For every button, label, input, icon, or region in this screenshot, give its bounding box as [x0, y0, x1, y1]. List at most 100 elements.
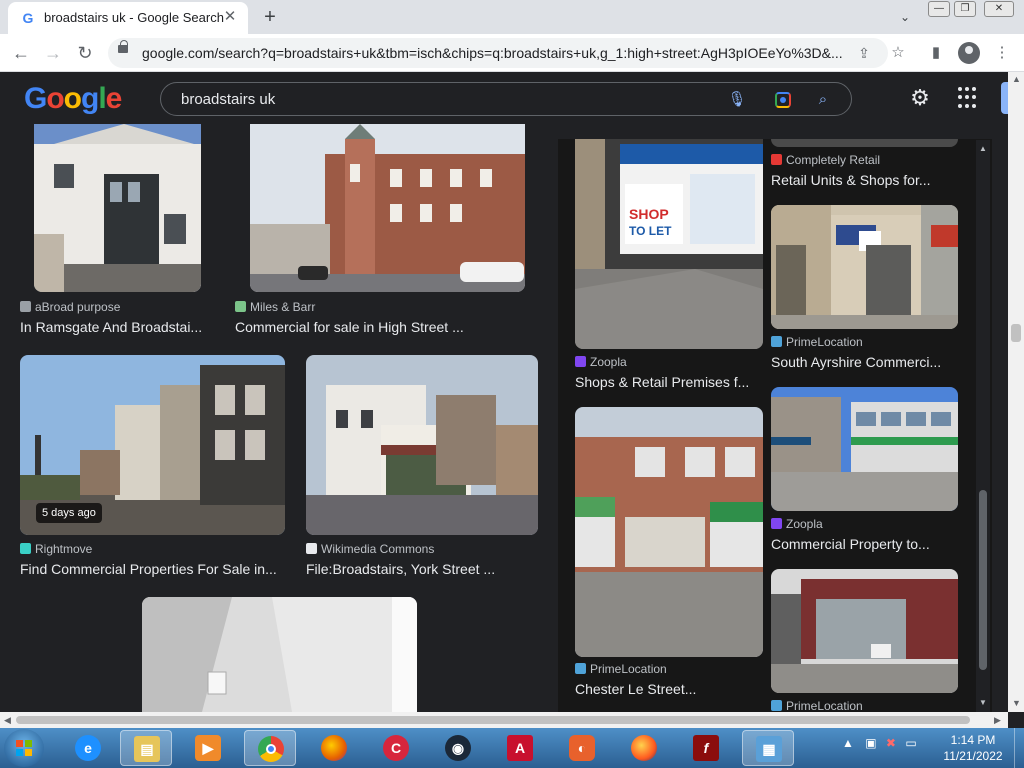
panel-result-source-zoopla[interactable]: Zoopla	[575, 355, 627, 369]
panel-result-source-primelocation-2[interactable]: PrimeLocation	[771, 335, 863, 349]
taskbar-flash[interactable]: f	[680, 730, 732, 766]
start-button[interactable]	[4, 729, 44, 767]
scroll-down-icon[interactable]: ▼	[1012, 698, 1021, 708]
taskbar-app-orange[interactable]: ◐	[556, 730, 608, 766]
source-name: Miles & Barr	[250, 300, 316, 314]
result-image-interior[interactable]	[142, 597, 417, 712]
show-hidden-icons-icon[interactable]: ▲	[842, 736, 854, 750]
search-query[interactable]: broadstairs uk	[181, 91, 275, 108]
result-source-3[interactable]: Rightmove	[20, 542, 92, 556]
source-name: Wikimedia Commons	[321, 542, 435, 556]
forward-arrow-icon[interactable]: →	[40, 40, 66, 66]
firefox-alt-icon	[631, 735, 657, 761]
result-image-high-street[interactable]	[250, 124, 525, 292]
panel-scroll-down-icon[interactable]: ▼	[978, 698, 988, 708]
profile-avatar-icon[interactable]	[958, 42, 980, 64]
panel-image-shop-to-let[interactable]: SHOP TO LET	[575, 139, 763, 349]
bookmark-star-icon[interactable]: ☆	[886, 41, 910, 65]
panel-result-source-zoopla-2[interactable]: Zoopla	[771, 517, 823, 531]
panel-image-chester-le-street[interactable]	[575, 407, 763, 657]
network-icon[interactable]: ▣	[865, 736, 876, 750]
taskbar-firefox[interactable]	[308, 730, 360, 766]
page-horizontal-scrollbar[interactable]: ◀ ▶	[0, 712, 1008, 728]
taskbar-control-panel[interactable]: ▦	[742, 730, 794, 766]
chrome-menu-icon[interactable]: ⋮	[990, 41, 1014, 65]
result-source-2[interactable]: Miles & Barr	[235, 300, 315, 314]
battery-icon[interactable]: ▭	[905, 736, 916, 750]
google-lens-icon[interactable]	[773, 90, 793, 110]
pdf-icon: A	[507, 735, 533, 761]
result-source-1[interactable]: aBroad purpose	[20, 300, 120, 314]
address-url[interactable]: google.com/search?q=broadstairs+uk&tbm=i…	[142, 45, 842, 61]
panel-scroll-up-icon[interactable]: ▲	[978, 144, 988, 154]
horizontal-scroll-thumb[interactable]	[16, 716, 970, 724]
google-apps-icon[interactable]	[958, 87, 980, 109]
taskbar-file-explorer[interactable]: ▤	[120, 730, 172, 766]
window-close-button[interactable]: ✕	[984, 1, 1014, 17]
scroll-up-icon[interactable]: ▲	[1012, 74, 1021, 84]
search-box[interactable]: broadstairs uk 🎙 ⌕	[160, 82, 852, 116]
control-panel-icon: ▦	[756, 736, 782, 762]
vertical-scroll-thumb[interactable]	[1011, 324, 1021, 342]
taskbar-firefox-dev[interactable]	[618, 730, 670, 766]
panel-scrollbar[interactable]: ▲ ▼	[976, 140, 990, 712]
panel-image-top-cut[interactable]	[771, 139, 958, 147]
account-button-edge[interactable]	[1001, 82, 1008, 114]
panel-scroll-thumb[interactable]	[979, 490, 987, 670]
panel-result-title-retail-units[interactable]: Retail Units & Shops for...	[771, 172, 961, 188]
minimize-button[interactable]: —	[928, 1, 950, 17]
source-favicon-icon	[20, 543, 31, 554]
source-favicon-icon	[771, 700, 782, 711]
taskbar-chrome[interactable]	[244, 730, 296, 766]
panel-result-source-completely-retail[interactable]: Completely Retail	[771, 153, 880, 167]
panel-result-source-primelocation-3[interactable]: PrimeLocation	[771, 699, 863, 712]
restore-button[interactable]: ❐	[954, 1, 976, 17]
google-doodle-logo[interactable]: Google	[24, 82, 122, 116]
taskbar-ccleaner[interactable]: C	[370, 730, 422, 766]
new-tab-button[interactable]: +	[258, 5, 282, 29]
steam-icon: ◉	[445, 735, 471, 761]
taskbar-media-player[interactable]: ▶	[182, 730, 234, 766]
microphone-icon[interactable]: 🎙	[727, 90, 747, 110]
side-panel-icon[interactable]: ▮	[924, 41, 948, 65]
tab-google-search[interactable]: G broadstairs uk - Google Search ✕	[8, 2, 248, 34]
reload-icon[interactable]: ↻	[72, 40, 98, 66]
taskbar-internet-explorer[interactable]: e	[62, 730, 114, 766]
taskbar-steam[interactable]: ◉	[432, 730, 484, 766]
result-title-1[interactable]: In Ramsgate And Broadstai...	[20, 319, 210, 335]
system-clock[interactable]: 1:14 PM 11/21/2022	[938, 732, 1008, 764]
result-source-4[interactable]: Wikimedia Commons	[306, 542, 434, 556]
result-title-4[interactable]: File:Broadstairs, York Street ...	[306, 561, 546, 577]
back-arrow-icon[interactable]: ←	[8, 40, 34, 66]
tab-search-chevron-icon[interactable]: ⌄	[894, 6, 916, 28]
panel-image-commercial-property[interactable]	[771, 387, 958, 511]
media-player-icon: ▶	[195, 735, 221, 761]
result-image-rightmove-street[interactable]: 5 days ago	[20, 355, 285, 535]
panel-image-shopfront-red[interactable]	[771, 569, 958, 693]
result-image-york-street[interactable]	[306, 355, 538, 535]
share-icon[interactable]: ⇪	[854, 43, 874, 63]
close-tab-icon[interactable]: ✕	[220, 7, 240, 27]
panel-result-title-shops[interactable]: Shops & Retail Premises f...	[575, 374, 765, 390]
page-vertical-scrollbar[interactable]: ▲ ▼	[1008, 72, 1024, 712]
panel-image-south-ayrshire[interactable]	[771, 205, 958, 329]
source-favicon-icon	[771, 336, 782, 347]
panel-result-title-commercial-property[interactable]: Commercial Property to...	[771, 536, 961, 552]
address-bar[interactable]: google.com/search?q=broadstairs+uk&tbm=i…	[108, 38, 888, 68]
scroll-left-icon[interactable]: ◀	[4, 715, 11, 726]
show-desktop-button[interactable]	[1014, 728, 1024, 768]
taskbar-acrobat[interactable]: A	[494, 730, 546, 766]
volume-muted-icon[interactable]: ✖	[886, 736, 896, 750]
logo-letter: o	[46, 82, 64, 115]
settings-gear-icon[interactable]: ⚙	[906, 84, 934, 112]
result-title-3[interactable]: Find Commercial Properties For Sale in..…	[20, 561, 290, 577]
result-image-ramsgate-building[interactable]	[34, 124, 201, 292]
panel-result-source-primelocation-1[interactable]: PrimeLocation	[575, 662, 667, 676]
result-title-2[interactable]: Commercial for sale in High Street ...	[235, 319, 525, 335]
search-icon[interactable]: ⌕	[813, 90, 833, 110]
panel-result-title-chester[interactable]: Chester Le Street...	[575, 681, 765, 697]
windows-logo-icon	[16, 740, 32, 756]
panel-result-title-south-ayrshire[interactable]: South Ayrshire Commerci...	[771, 354, 961, 370]
system-tray[interactable]: ▲ ▣ ✖ ▭	[842, 736, 917, 750]
scroll-right-icon[interactable]: ▶	[994, 715, 1001, 726]
